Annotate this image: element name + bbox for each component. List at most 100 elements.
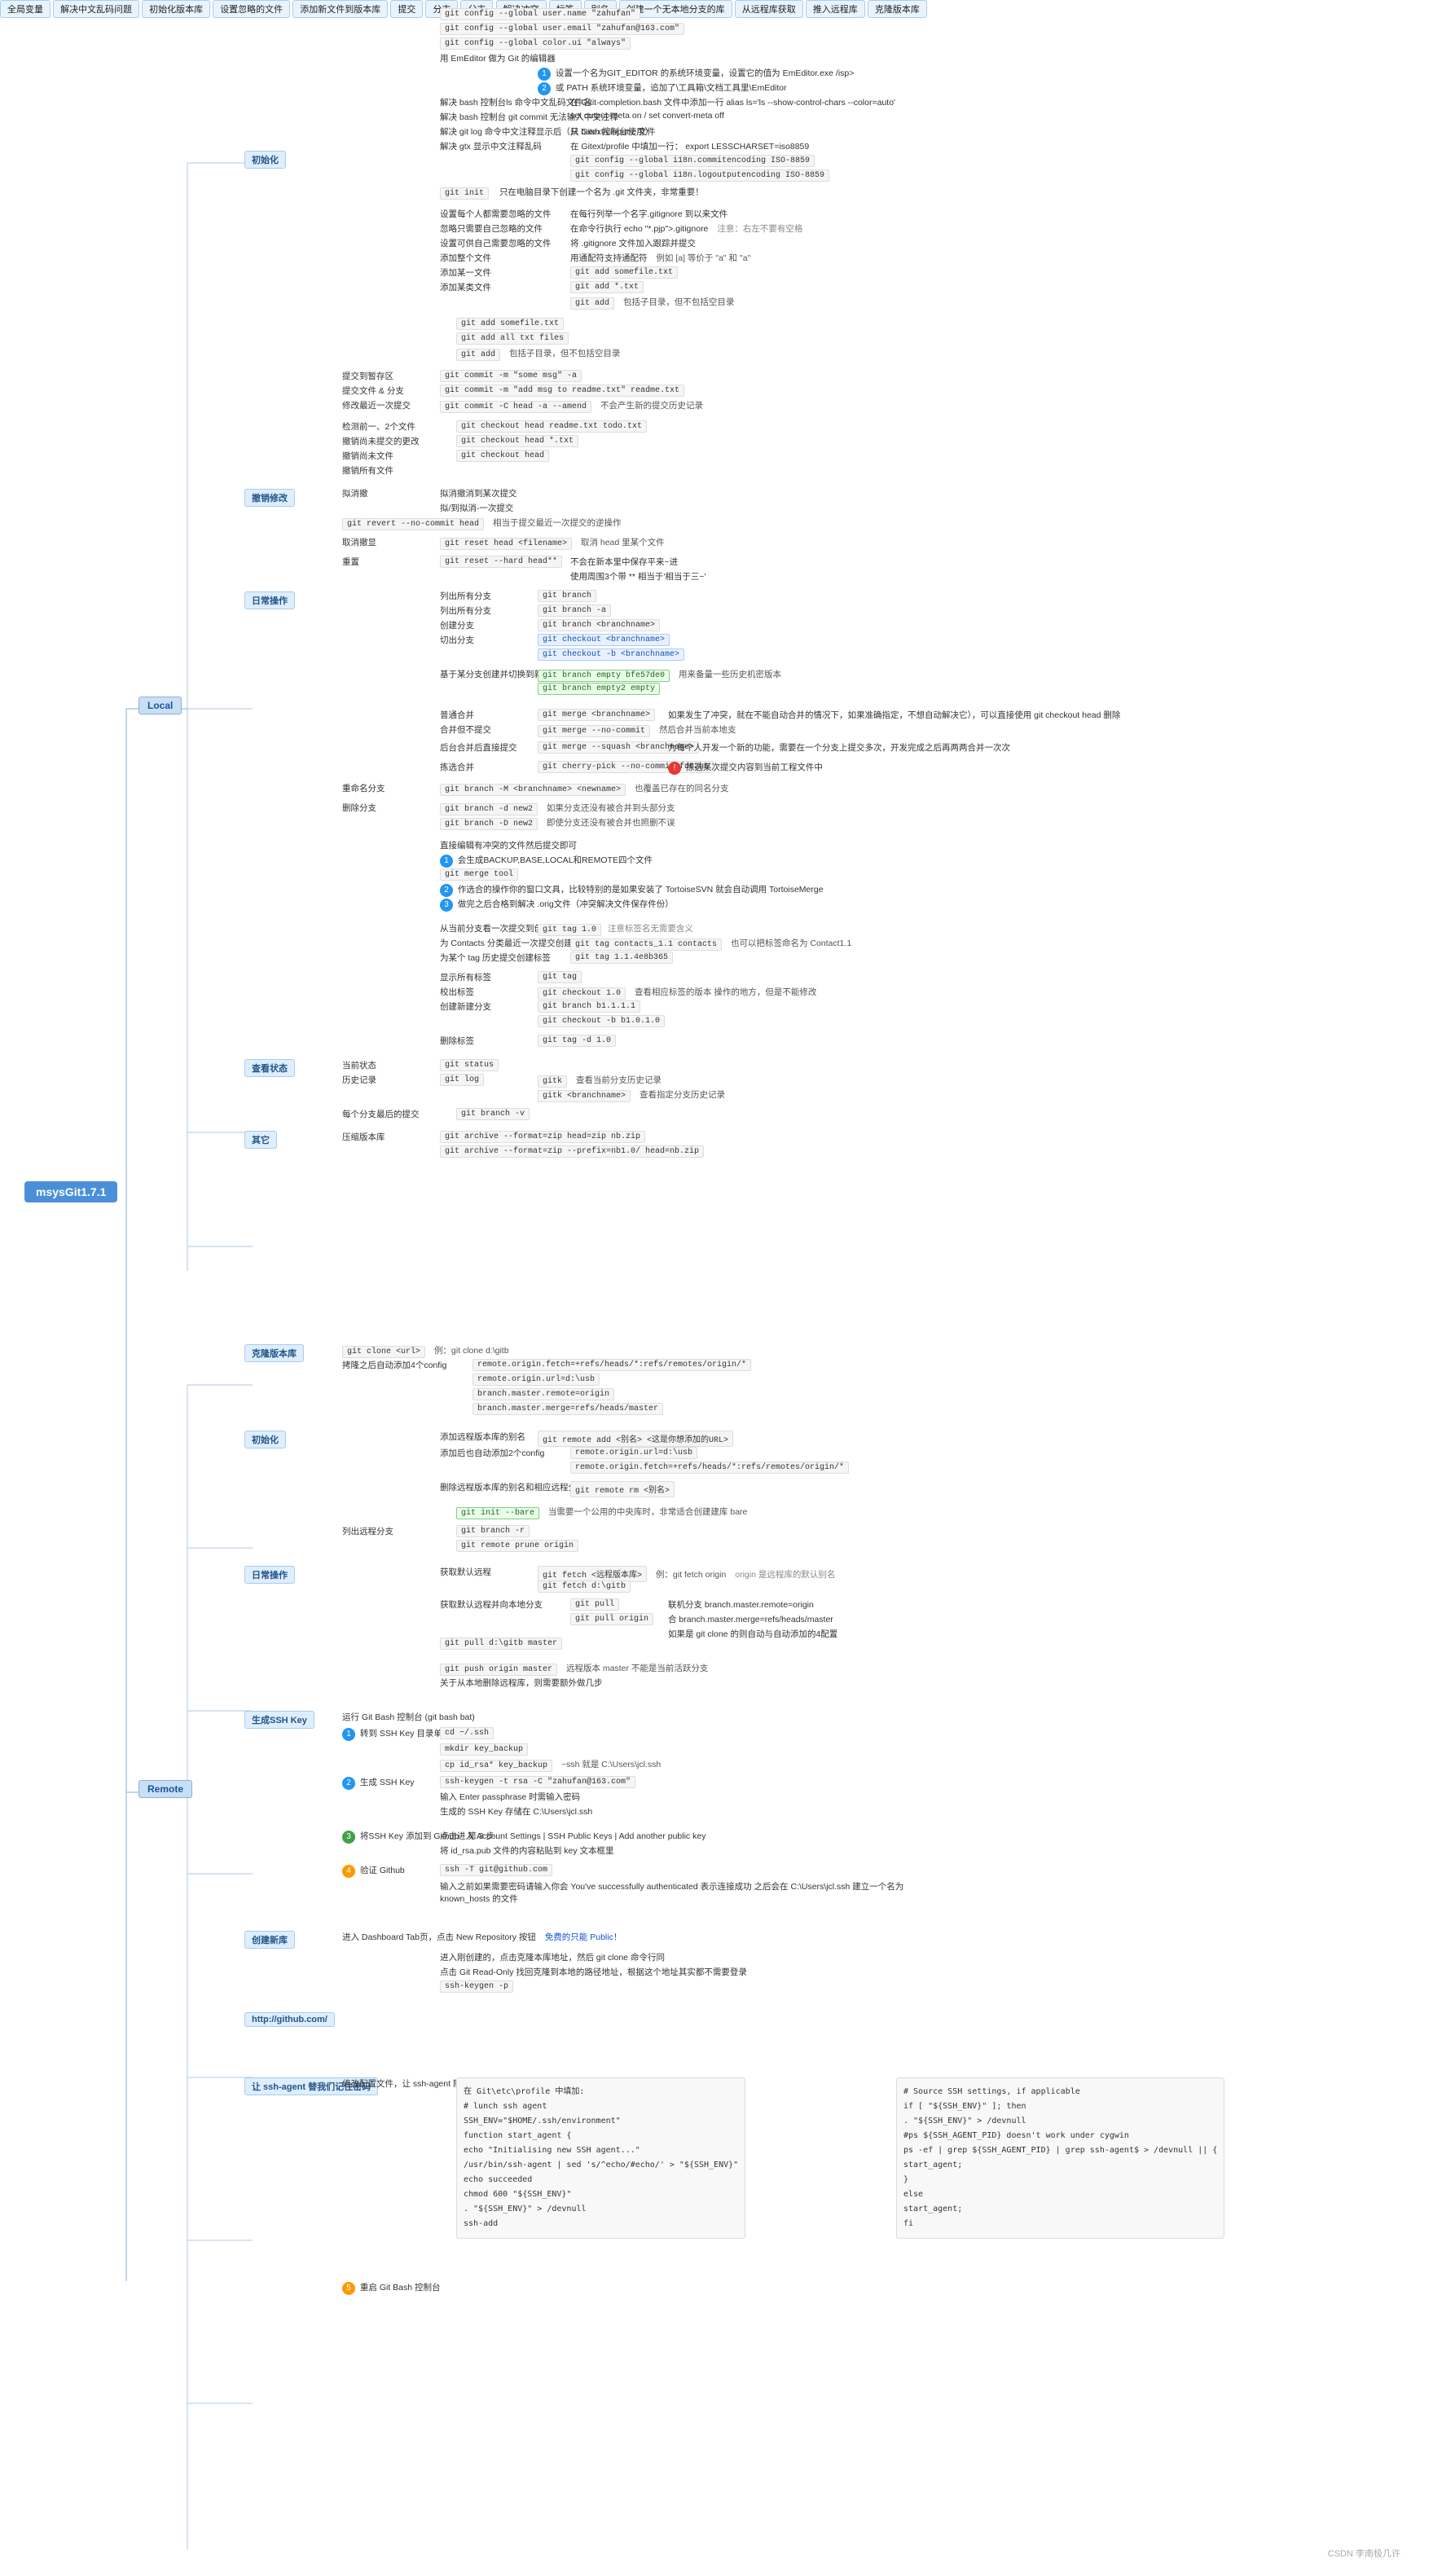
gi-detail-7: git add 包括子目录，但不包括空目录 xyxy=(570,296,734,310)
gi-detail-3-text: 将 .gitignore 文件加入跟踪并提交 xyxy=(570,239,696,248)
empty-branch-cmd2-text: git branch empty2 empty xyxy=(538,683,660,695)
branch-cmd-3: git branch <branchname> xyxy=(538,619,660,631)
remote-list-branch: 列出远程分支 xyxy=(342,1525,393,1537)
profile-line-9: ssh-add xyxy=(464,2217,738,2231)
reset-label: 取消撤显 xyxy=(342,538,376,547)
gi-cmd-1: 设置每个人都需要忽略的文件 xyxy=(440,208,552,220)
merge-tool-cmd: git merge tool xyxy=(440,868,518,881)
revert-cmd: git revert --no-commit head 相当于提交最近一次提交的… xyxy=(342,517,621,530)
delete-d-cmd: git branch -d new2 xyxy=(440,803,538,815)
editor-note-1-text: 设置一个名为GIT_EDITOR 的系统环境变量，设置它的值为 EmEditor… xyxy=(556,68,854,78)
merge-no-commit-note: 然后合并当前本地支 xyxy=(659,725,736,735)
create-repo-note: 免费的只能 Public！ xyxy=(545,1932,622,1942)
rename-branch-text: 重命名分支 xyxy=(342,784,385,793)
gi-cmd-6: 添加某类文件 xyxy=(440,281,491,293)
gi-detail-1: 在每行列举一个名字.gitignore 到以来文件 xyxy=(570,208,727,220)
commit-amend-note: 不会产生新的提交历史记录 xyxy=(600,401,703,411)
other-label: 其它 xyxy=(252,1136,270,1145)
conflict-resolve-note: 3 做完之后合格到解决 .orig文件（冲突解决文件保存件份） xyxy=(440,898,674,912)
checkout-branch-node: 切出分支 xyxy=(440,634,474,646)
fix-detail-1: 在 Gitit-completion.bash 文件中添加一行 alias ls… xyxy=(570,96,895,108)
ssh-gen-note-text: 输入 Enter passphrase 时需输入密码 xyxy=(440,1792,580,1802)
root-node: msysGit1.7.1 xyxy=(24,1181,117,1202)
branch-create-text: 创建分支 xyxy=(440,621,474,631)
merge-normal-text: 普通合并 xyxy=(440,710,474,720)
cp-cmd: cp id_rsa* key_backup xyxy=(440,1760,552,1772)
conflict-auto-note: 直接编辑有冲突的文件然后提交即可 xyxy=(440,839,577,851)
clone-config-1: remote.origin.fetch=+refs/heads/*:refs/r… xyxy=(473,1359,751,1371)
fix-encoding-node: 解决中文乱码问题 xyxy=(53,0,139,18)
tag-cmd: git tag 1.0 xyxy=(538,924,601,936)
gitk-branch-cmd-node: gitk <branchname> 查看指定分支历史记录 xyxy=(538,1088,725,1102)
tag-branch-create-text: 创建新建分支 xyxy=(440,1002,491,1012)
bash-cmd-text: 运行 Git Bash 控制台 (git bash bat) xyxy=(342,1712,475,1722)
branch-cmd: git branch xyxy=(538,590,596,602)
push-note: 远程版本 master 不能是当前活跃分支 xyxy=(566,1664,708,1673)
ssh-step2: mkdir key_backup xyxy=(440,1743,528,1756)
add-note: 包括子目录，但不包括空目录 xyxy=(509,349,621,358)
gi-detail-6: git add *.txt xyxy=(570,281,644,293)
conflict-tool-note2-text: 作选合的操作你的窗口文具，比较特别的是如果安装了 TortoiseSVN 就会自… xyxy=(458,885,824,895)
ssh-note: ~ssh 就是 C:\Users\jcl.ssh xyxy=(561,1760,661,1769)
checkout-sub4-label: 撤销所有文件 xyxy=(342,466,393,476)
checkout-sub1: 检测前一、2个文件 xyxy=(342,420,415,433)
fix-encoding-label: 解决中文乱码问题 xyxy=(60,5,132,15)
checkout-detail-1: git checkout head readme.txt todo.txt xyxy=(456,420,647,433)
reset-note-text: 取消 head 里某个文件 xyxy=(581,538,665,547)
tag-create-cmd: git tag 1.0 注意标签名无需要含义 xyxy=(538,922,693,936)
checkout-head: git checkout head xyxy=(456,450,549,462)
git-log: git log xyxy=(440,1074,484,1086)
init-note: 只在电脑目录下创建一个名为 .git 文件夹，非常重要！ xyxy=(499,187,704,197)
commit-sub3-text: 修改最近一次提交 xyxy=(342,401,411,411)
checkout-branch-cmd: git checkout <branchname> xyxy=(538,634,670,646)
remote-list-branch-text: 列出远程分支 xyxy=(342,1527,393,1536)
local-label: Local xyxy=(147,700,173,711)
tag-1-1-4: git tag 1.1.4e8b365 xyxy=(570,952,673,964)
gitignore-label: 设置忽略的文件 xyxy=(220,5,283,15)
gitk-branch-note: 查看指定分支历史记录 xyxy=(640,1090,725,1100)
fix-cmd-1-text: 解决 bash 控制台ls 命令中文乱码文件名 xyxy=(440,98,591,108)
bare-cmd-node: git init --bare 当需要一个公用的中央库时，非常适合创建建库 ba… xyxy=(456,1506,747,1519)
delete-branch-node: 删除分支 xyxy=(342,802,376,814)
editor-note-2-text: 或 PATH 系统环境变量，追加了\工具箱\文档工具里\EmEditor xyxy=(556,83,787,93)
checkout-b1010: git checkout -b b1.0.1.0 xyxy=(538,1015,665,1027)
global-cmd-3: git config --global color.ui "always" xyxy=(440,37,631,50)
profile2-line-6: } xyxy=(903,2173,1217,2187)
gi-cmd-1-text: 设置每个人都需要忽略的文件 xyxy=(440,209,552,219)
init-version-node: 初始化版本库 xyxy=(142,0,210,18)
gi-detail-2: 在命令行执行 echo "*.pjp">.gitignore 注意：右左不要有空… xyxy=(570,222,802,235)
gi-detail-note-1: 注意：右左不要有空格 xyxy=(717,224,802,234)
commit-subcmd-2: 提交文件 & 分支 xyxy=(342,385,404,397)
restart-text: 重启 Git Bash 控制台 xyxy=(360,2283,441,2292)
tag-note: 注意标签名无需要含义 xyxy=(608,924,693,934)
alias-add-text: 添加远程版本库的别名 xyxy=(440,1432,525,1442)
branch-cmd-1: git branch xyxy=(538,590,596,602)
tag-branch-create-cmd: git branch b1.1.1.1 xyxy=(538,1000,640,1013)
remote-label: Remote xyxy=(147,1783,183,1795)
archive-cmd-1: git archive --format=zip head=zip nb.zip xyxy=(440,1131,645,1143)
tag-contacts-node: 为 Contacts 分类最近一次提交创建标签 xyxy=(440,937,590,949)
gi-cmd-3: 设置可供自己需要忽略的文件 xyxy=(440,237,552,249)
bare-init-cmd: git init --bare xyxy=(456,1507,539,1519)
gi-cmd-4-text: 添加整个文件 xyxy=(440,253,491,263)
merge-no-commit-cmd: git merge --no-commit 然后合并当前本地支 xyxy=(538,723,736,737)
ssh-gen-result: 生成的 SSH Key 存储在 C:\Users\jcl.ssh xyxy=(440,1805,592,1818)
fetch-subcmd: 获取默认远程 xyxy=(440,1566,491,1578)
conflict-auto-note-text: 直接编辑有冲突的文件然后提交即可 xyxy=(440,841,577,851)
global-vars-node: 全局变量 xyxy=(0,0,51,18)
fix-cmd-4-text: 解决 gtx 显示中文注释乱码 xyxy=(440,142,542,152)
gitk-note: 查看当前分支历史记录 xyxy=(576,1075,662,1085)
status-section: 查看状态 xyxy=(244,1059,295,1077)
ssh-gen-text: 生成 SSH Key xyxy=(360,1778,415,1787)
fix-cmd-4: 解决 gtx 显示中文注释乱码 xyxy=(440,140,542,152)
github-verify-cmd: ssh -T git@github.com xyxy=(440,1864,552,1876)
conflict-resolve-note-text: 做完之后合格到解决 .orig文件（冲突解决文件保存件份） xyxy=(458,899,674,909)
global-vars-label: 全局变量 xyxy=(7,5,43,15)
conflict-tool-cmd: git merge tool xyxy=(440,868,518,881)
checkout-sub4: 撤销所有文件 xyxy=(342,464,393,477)
pull-merge-detail: 合 branch.master.merge=refs/heads/master xyxy=(668,1613,833,1625)
revert-note2: 拟/到拟消-一次提交 xyxy=(440,502,513,514)
alias-config-note-text: 添加后也自动添加2个config xyxy=(440,1448,544,1458)
commit-section-node: 提交 xyxy=(390,0,423,18)
conflict-tool-note-text: 会生成BACKUP,BASE,LOCAL和REMOTE四个文件 xyxy=(458,855,653,865)
